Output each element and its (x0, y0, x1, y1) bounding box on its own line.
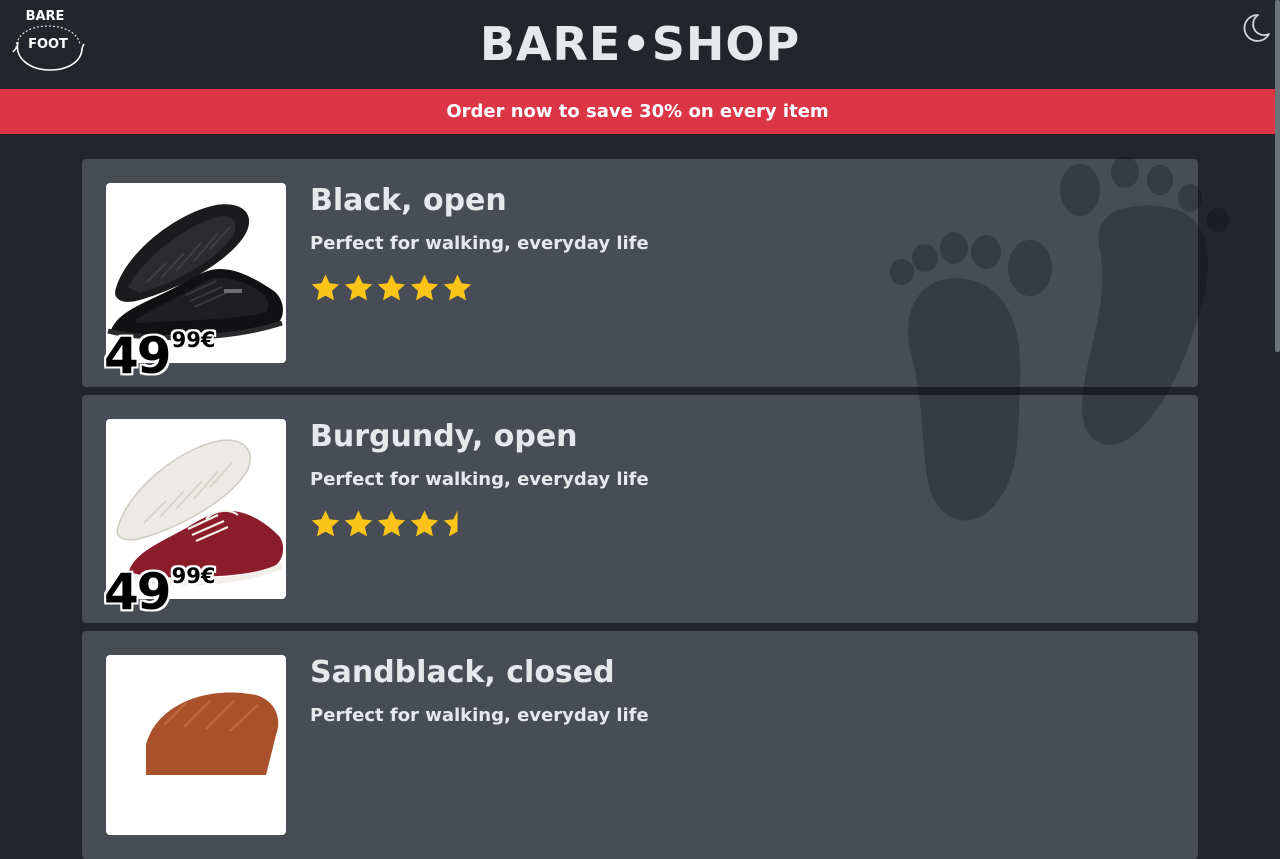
product-title[interactable]: Burgundy, open (310, 417, 578, 457)
star-icon (377, 510, 406, 537)
star-icon (344, 274, 373, 301)
product-subtitle: Perfect for walking, everyday life (310, 705, 649, 726)
product-image-sandblack-shoe[interactable] (106, 655, 286, 835)
page-scrollbar[interactable] (1275, 0, 1280, 720)
star-icon (311, 274, 340, 301)
star-icon (410, 274, 439, 301)
product-subtitle: Perfect for walking, everyday life (310, 233, 649, 254)
star-icon (344, 510, 373, 537)
product-card[interactable]: Sandblack, closed Perfect for walking, e… (82, 631, 1198, 859)
promo-banner: Order now to save 30% on every item (0, 89, 1275, 134)
brand-title: BARE•SHOP (479, 17, 801, 71)
star-icon (311, 510, 340, 537)
product-subtitle: Perfect for walking, everyday life (310, 469, 649, 490)
dark-mode-toggle[interactable] (1240, 12, 1272, 44)
product-price: 4999€ (104, 563, 215, 621)
product-title[interactable]: Black, open (310, 181, 507, 221)
price-integer: 49 (104, 563, 172, 621)
star-icon (377, 274, 406, 301)
product-card[interactable]: 4999€ Burgundy, open Perfect for walking… (82, 395, 1198, 623)
star-icon (410, 510, 439, 537)
product-rating (310, 273, 473, 307)
star-icon (443, 274, 472, 301)
moon-icon (1243, 14, 1270, 42)
price-cents: 99€ (171, 564, 216, 588)
price-cents: 99€ (171, 328, 216, 352)
product-rating (310, 509, 473, 543)
price-integer: 49 (104, 327, 172, 385)
product-title[interactable]: Sandblack, closed (310, 653, 615, 693)
product-card[interactable]: 4999€ Black, open Perfect for walking, e… (82, 159, 1198, 387)
scrollbar-thumb[interactable] (1275, 0, 1280, 352)
product-price: 4999€ (104, 327, 215, 385)
site-header: BARE FOOT BARE•SHOP (0, 0, 1280, 89)
star-icon (443, 510, 458, 537)
